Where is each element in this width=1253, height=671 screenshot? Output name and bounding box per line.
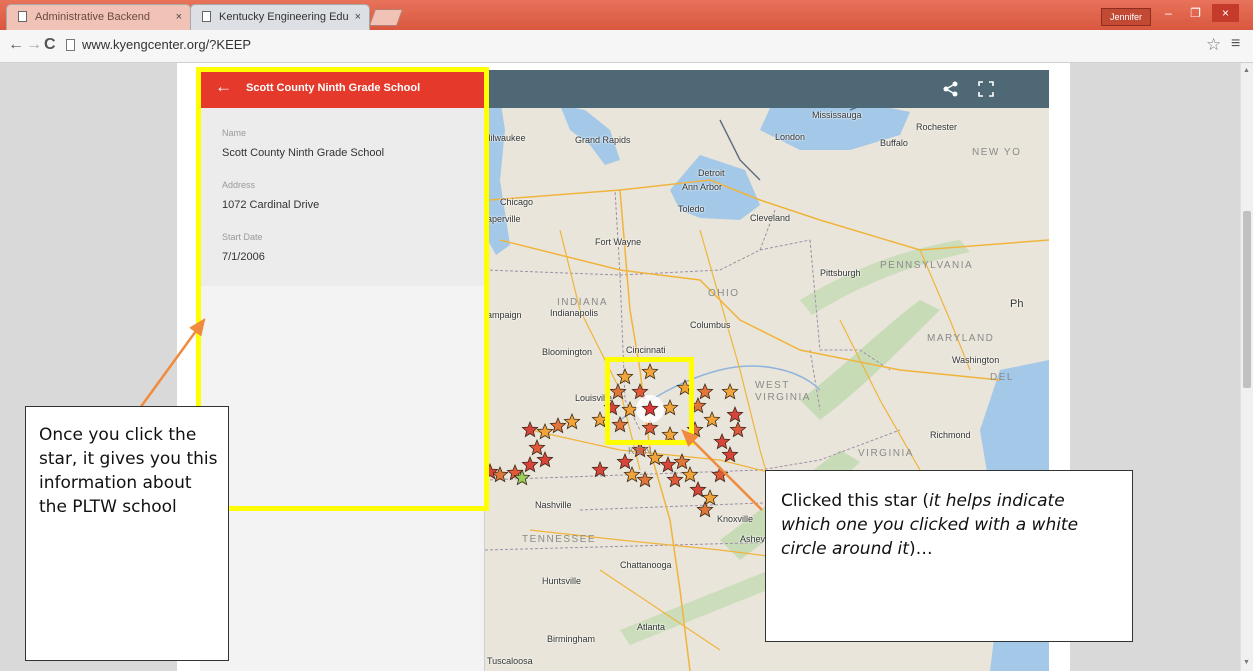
school-star-marker[interactable] [666,470,684,488]
tab-administrative-backend[interactable]: Administrative Backend × [6,4,191,30]
school-star-marker[interactable] [681,465,699,483]
tab-title: Administrative Backend [35,11,150,23]
map-city-label: London [775,132,806,142]
map-city-label: Chicago [500,197,534,207]
map-city-label: Fort Wayne [595,237,642,247]
map-state-label: PENNSYLVANIA [880,260,974,271]
school-star-marker[interactable] [711,465,729,483]
school-star-marker[interactable] [696,500,714,518]
annotation-text: Clicked this star ( [781,491,929,511]
minimize-button[interactable]: – [1155,4,1182,22]
school-star-marker[interactable] [729,420,747,438]
annotation-text: Once you click the star, it gives you th… [39,425,218,517]
map-state-label: VIRGINIA [858,448,914,459]
restore-button[interactable]: ❐ [1182,4,1209,22]
share-icon[interactable] [941,80,961,98]
map-city-label: Rochester [916,122,958,132]
school-star-marker[interactable] [536,450,554,468]
page-icon [202,11,211,22]
map-city-label: Nashville [535,500,572,510]
school-star-marker[interactable] [528,438,546,456]
map-city-label: Columbus [690,320,731,330]
school-star-marker[interactable] [521,420,539,438]
school-star-marker[interactable] [721,445,739,463]
map-city-label: Tuscaloosa [487,656,533,666]
browser-toolbar: ← → C www.kyengcenter.org/?KEEP ☆ ≡ [0,30,1253,63]
school-star-marker[interactable] [713,432,731,450]
forward-button[interactable]: → [26,36,42,54]
map-city-label: Mississauga [812,110,862,120]
scroll-thumb[interactable] [1243,211,1251,388]
school-star-marker[interactable] [549,416,567,434]
scroll-up-icon[interactable]: ▲ [1243,67,1250,74]
school-star-marker[interactable] [521,455,539,473]
reload-button[interactable]: C [44,36,56,54]
tab-title: Kentucky Engineering Edu [219,11,349,23]
map-city-label: Birmingham [547,634,596,644]
map-state-label: TENNESSEE [522,534,597,545]
map-city-label: Bloomington [542,347,593,357]
map-state-label: KEN [628,446,654,457]
fullscreen-icon[interactable] [977,80,995,98]
map-city-label: Indianapolis [550,308,599,318]
scrollbar[interactable]: ▲ ▼ [1240,63,1253,671]
map-city-label: Richmond [930,430,971,440]
scroll-down-icon[interactable]: ▼ [1243,659,1250,666]
map-city-label: Buffalo [880,138,908,148]
tab-strip: Administrative Backend × Kentucky Engine… [0,0,1253,30]
close-icon[interactable]: × [355,5,361,29]
close-icon[interactable]: × [176,5,182,29]
map-city-label: Ph [1010,298,1024,310]
map-city-label: Detroit [698,168,725,178]
address-bar[interactable]: www.kyengcenter.org/?KEEP [82,37,251,52]
school-star-marker[interactable] [689,480,707,498]
tab-kentucky-engineering[interactable]: Kentucky Engineering Edu × [190,4,370,30]
school-star-marker[interactable] [536,422,554,440]
annotation-callout-left: Once you click the star, it gives you th… [25,406,229,661]
star-highlight-box [605,357,694,445]
map-city-label: Chattanooga [620,560,672,570]
map-city-label: Pittsburgh [820,268,861,278]
map-state-label: MARYLAND [927,333,995,344]
map-city-label: Milwaukee [483,133,526,143]
panel-highlight-box [196,67,489,511]
school-star-marker[interactable] [726,405,744,423]
map-city-label: Grand Rapids [575,135,631,145]
school-star-marker[interactable] [591,460,609,478]
page-icon [66,39,75,51]
map-city-label: Cincinnati [626,345,666,355]
school-star-marker[interactable] [721,382,739,400]
menu-icon[interactable]: ≡ [1231,35,1240,53]
annotation-callout-right: Clicked this star (it helps indicate whi… [765,470,1133,642]
map-city-label: Washington [952,355,1000,365]
map-state-label: OHIO [708,288,740,299]
map-city-label: aperville [487,214,521,224]
map-city-label: Cleveland [750,213,791,223]
map-state-label: DEL [990,372,1014,383]
map-city-label: Toledo [678,204,705,214]
map-city-label: Atlanta [637,622,666,632]
profile-button[interactable]: Jennifer [1101,8,1151,26]
school-star-marker[interactable] [623,465,641,483]
bookmark-star-icon[interactable]: ☆ [1206,35,1221,55]
page-icon [18,11,27,22]
map-city-label: Huntsville [542,576,582,586]
map-city-label: Ann Arbor [682,182,723,192]
school-star-marker[interactable] [563,412,581,430]
map-state-label: WEST VIRGINIA [755,380,811,403]
school-star-marker[interactable] [659,455,677,473]
map-city-label: ampaign [487,310,522,320]
close-window-button[interactable]: × [1212,4,1239,22]
map-state-label: INDIANA [557,297,609,308]
map-city-label: Knoxville [717,514,754,524]
new-tab-button[interactable] [368,9,404,26]
school-star-marker[interactable] [696,382,714,400]
annotation-text: )… [908,539,933,559]
back-button[interactable]: ← [8,36,24,54]
school-star-marker[interactable] [703,410,721,428]
map-state-label: NEW YO [972,147,1022,158]
